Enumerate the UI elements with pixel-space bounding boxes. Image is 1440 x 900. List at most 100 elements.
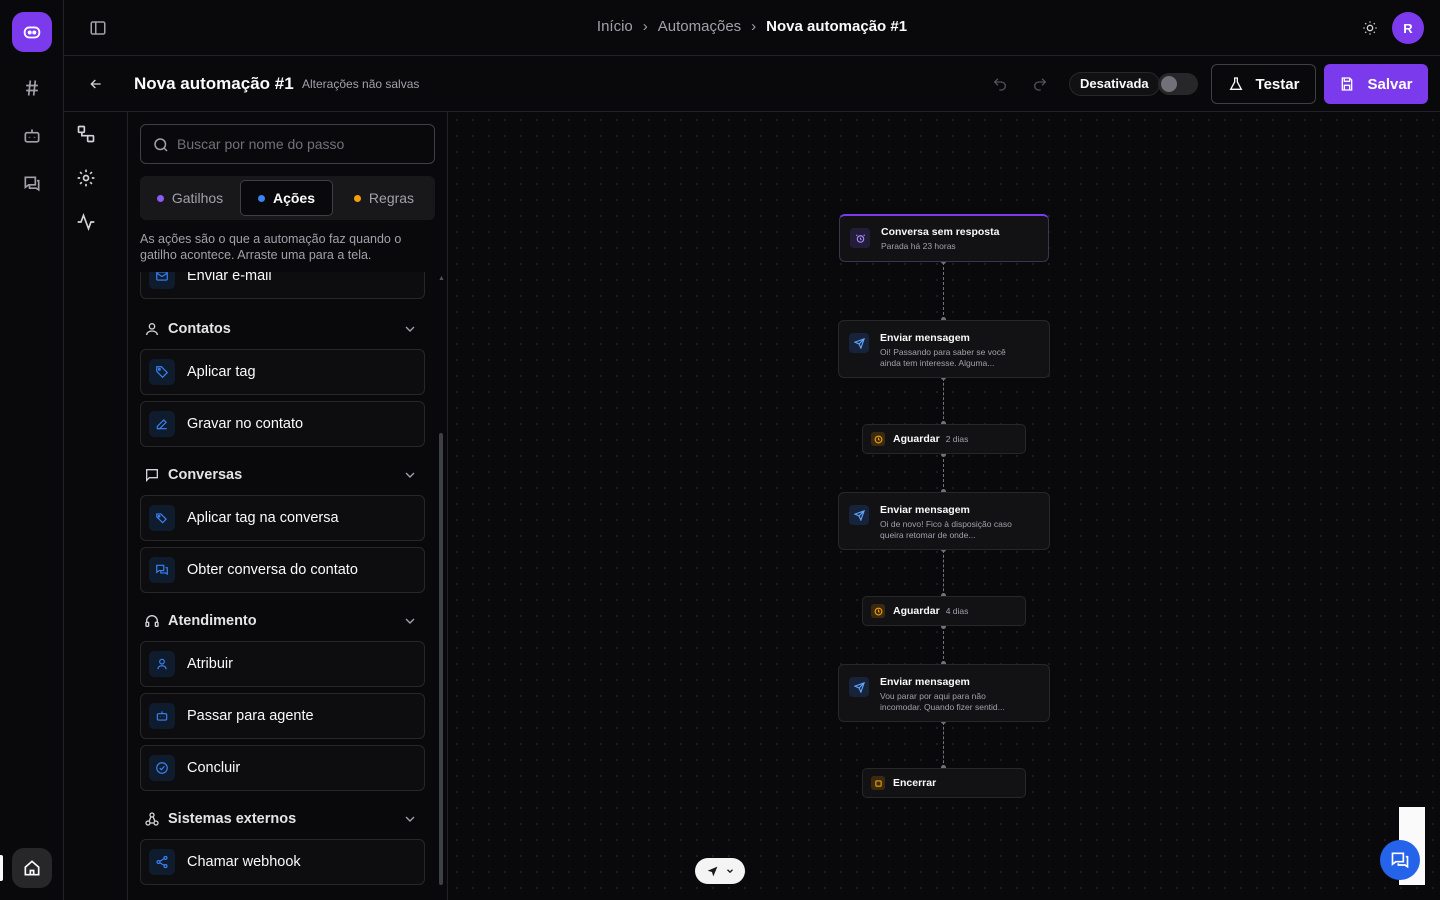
- action-send-email[interactable]: Enviar e-mail: [140, 272, 425, 299]
- breadcrumb-current: Nova automação #1: [766, 18, 908, 35]
- unsaved-changes-label: Alterações não salvas: [302, 77, 420, 91]
- chevron-down-icon: [405, 618, 415, 624]
- scrollbar-thumb[interactable]: [439, 433, 443, 885]
- section-conversations[interactable]: Conversas: [144, 463, 424, 487]
- action-apply-tag[interactable]: Aplicar tag: [140, 349, 425, 395]
- action-label: Atribuir: [187, 656, 233, 672]
- search-input[interactable]: [177, 125, 427, 163]
- panel-scrollbar[interactable]: [438, 267, 444, 900]
- redo-icon: [1034, 78, 1047, 91]
- node-title: Encerrar: [893, 777, 937, 789]
- settings-tool-button[interactable]: [76, 168, 96, 188]
- test-button-label: Testar: [1255, 75, 1300, 93]
- tab-description: As ações são o que a automação faz quand…: [140, 232, 402, 262]
- conversations-nav-button[interactable]: [16, 168, 48, 200]
- action-assign[interactable]: Atribuir: [140, 641, 425, 687]
- node-title: Aguardar: [893, 433, 940, 445]
- action-label: Aplicar tag na conversa: [187, 510, 339, 526]
- bot-icon: [24, 129, 40, 143]
- arrow-left-icon: [90, 79, 101, 89]
- chevron-down-icon: [405, 816, 415, 822]
- section-service[interactable]: Atendimento: [144, 609, 424, 633]
- messages-icon: [149, 557, 175, 583]
- tab-rules[interactable]: Regras: [337, 180, 431, 216]
- active-indicator: [0, 855, 3, 881]
- app-logo[interactable]: [12, 12, 52, 52]
- rules-dot: [353, 194, 361, 202]
- actions-list: Enviar e-mail Contatos Aplicar tag Grava…: [128, 272, 446, 900]
- wait-node-2[interactable]: Aguardar 4 dias: [862, 596, 1026, 626]
- action-get-conversation[interactable]: Obter conversa do contato: [140, 547, 425, 593]
- chat-icon: [1391, 852, 1409, 869]
- test-button[interactable]: Testar: [1211, 64, 1316, 104]
- wait-node-1[interactable]: Aguardar 2 dias: [862, 424, 1026, 454]
- tab-actions[interactable]: Ações: [240, 180, 333, 216]
- pencil-icon: [149, 411, 175, 437]
- chevron-right-icon: ›: [751, 18, 757, 35]
- trigger-node[interactable]: Conversa sem resposta Parada há 23 horas: [839, 214, 1049, 262]
- status-badge: Desativada: [1069, 72, 1160, 96]
- tab-actions-label: Ações: [272, 190, 316, 206]
- redo-button[interactable]: [1030, 74, 1050, 94]
- node-title: Enviar mensagem: [880, 504, 970, 516]
- navigation-arrow-icon: [707, 866, 717, 876]
- node-message-preview: Oi de novo! Fico à disposição caso queir…: [880, 519, 1012, 540]
- chat-icon: [146, 469, 158, 482]
- workflow-icon: [77, 125, 95, 143]
- send-message-node-2[interactable]: Enviar mensagem Oi de novo! Fico à dispo…: [838, 492, 1050, 550]
- toggle-knob: [1161, 76, 1177, 92]
- support-chat-button[interactable]: [1380, 840, 1420, 880]
- bot-logo-icon: [23, 26, 41, 39]
- end-node[interactable]: Encerrar: [862, 768, 1026, 798]
- activity-tool-button[interactable]: [76, 212, 96, 232]
- agents-nav-button[interactable]: [16, 120, 48, 152]
- hash-icon: [26, 80, 38, 96]
- flow-edge: [943, 550, 944, 596]
- breadcrumb-automations[interactable]: Automações: [658, 18, 741, 35]
- top-bar: Início › Automações › Nova automação #1 …: [64, 0, 1440, 56]
- wait-duration: 4 dias: [945, 606, 969, 616]
- back-button[interactable]: [86, 74, 106, 94]
- section-title: Sistemas externos: [168, 811, 297, 827]
- share-icon: [149, 849, 175, 875]
- tab-triggers[interactable]: Gatilhos: [144, 180, 236, 216]
- node-title: Aguardar: [893, 605, 940, 617]
- send-icon: [849, 677, 869, 697]
- undo-icon: [993, 78, 1006, 91]
- section-title: Contatos: [168, 321, 231, 337]
- app-rail: [0, 0, 64, 900]
- editor-tools: [64, 112, 128, 900]
- flow-canvas[interactable]: Conversa sem resposta Parada há 23 horas…: [449, 112, 1440, 900]
- home-button[interactable]: [12, 848, 52, 888]
- flow-edge: [943, 262, 944, 320]
- save-button[interactable]: Salvar: [1324, 64, 1428, 104]
- steps-tool-button[interactable]: [76, 124, 96, 144]
- send-icon: [849, 333, 869, 353]
- user-avatar[interactable]: R: [1392, 12, 1424, 44]
- action-apply-conversation-tag[interactable]: Aplicar tag na conversa: [140, 495, 425, 541]
- tab-triggers-label: Gatilhos: [171, 190, 224, 206]
- breadcrumb-home[interactable]: Início: [597, 18, 633, 35]
- check-circle-icon: [149, 755, 175, 781]
- save-button-label: Salvar: [1367, 75, 1413, 93]
- clock-icon: [871, 604, 885, 618]
- action-label: Obter conversa do contato: [187, 562, 358, 578]
- send-message-node-3[interactable]: Enviar mensagem Vou parar por aqui para …: [838, 664, 1050, 722]
- tab-rules-label: Regras: [368, 190, 415, 206]
- theme-toggle-button[interactable]: [1358, 16, 1382, 40]
- action-conclude[interactable]: Concluir: [140, 745, 425, 791]
- active-toggle[interactable]: [1158, 73, 1198, 95]
- messages-icon: [24, 176, 40, 192]
- channels-nav-button[interactable]: [16, 72, 48, 104]
- node-title: Enviar mensagem: [880, 332, 970, 344]
- webhook-icon: [145, 812, 159, 826]
- section-contacts[interactable]: Contatos: [144, 317, 424, 341]
- action-call-webhook[interactable]: Chamar webhook: [140, 839, 425, 885]
- action-write-contact[interactable]: Gravar no contato: [140, 401, 425, 447]
- section-title: Atendimento: [168, 613, 257, 629]
- action-handoff-agent[interactable]: Passar para agente: [140, 693, 425, 739]
- canvas-navigation-menu[interactable]: [695, 858, 745, 884]
- undo-button[interactable]: [990, 74, 1010, 94]
- section-external-systems[interactable]: Sistemas externos: [144, 807, 424, 831]
- send-message-node-1[interactable]: Enviar mensagem Oi! Passando para saber …: [838, 320, 1050, 378]
